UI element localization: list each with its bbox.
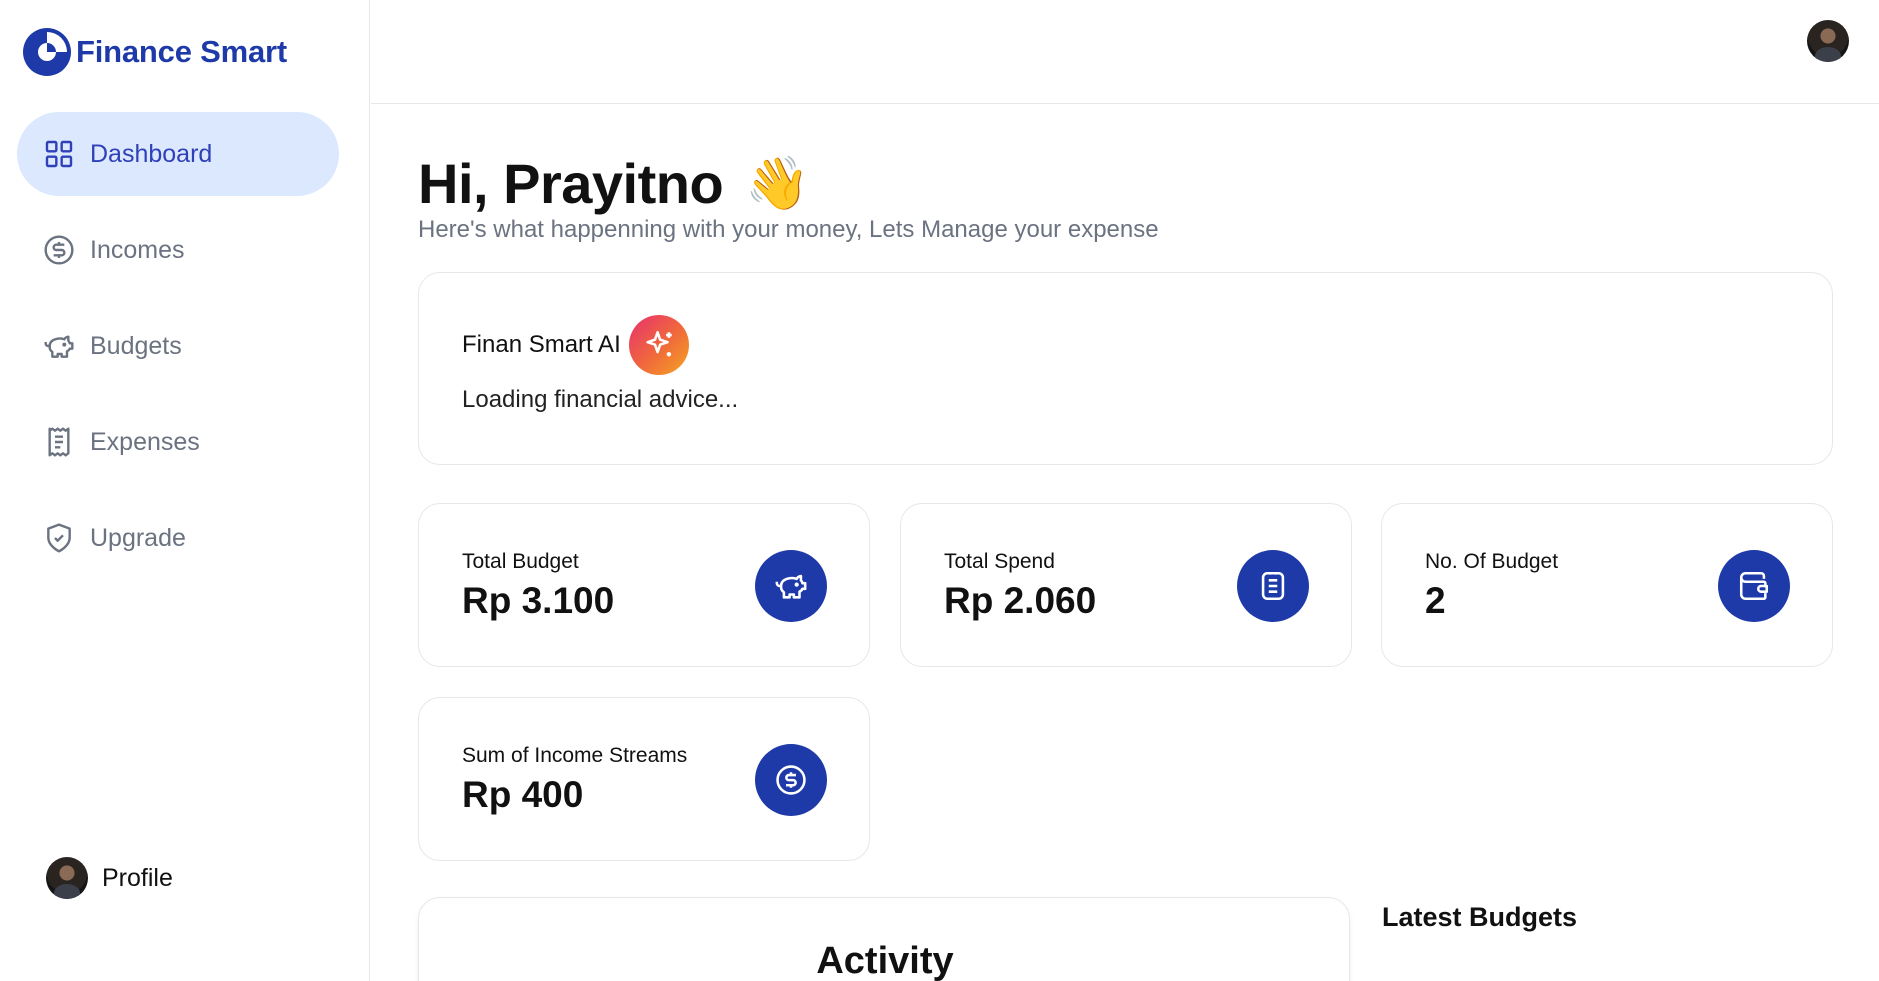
page-subtitle: Here's what happenning with your money, … [418, 216, 1159, 243]
profile-label: Profile [102, 863, 173, 892]
sidebar-nav: Dashboard Incomes Budgets Expenses Upgra… [17, 112, 339, 592]
sidebar-item-incomes[interactable]: Incomes [17, 208, 339, 292]
sidebar-item-label: Budgets [90, 331, 182, 360]
circle-dollar-icon [755, 744, 827, 816]
layout-grid-icon [42, 137, 76, 171]
stat-value: 2 [1425, 580, 1446, 621]
piggy-bank-icon [755, 550, 827, 622]
sidebar-item-label: Incomes [90, 235, 185, 264]
app-logo[interactable]: Finance Smart [22, 27, 287, 77]
activity-card: Activity [418, 897, 1350, 981]
ai-card-title: Finan Smart AI [462, 331, 621, 358]
stat-value: Rp 2.060 [944, 580, 1097, 621]
stat-card-number-of-budget: No. Of Budget 2 [1381, 503, 1833, 667]
greeting: Hi, Prayitno 👋 [418, 151, 810, 216]
sidebar-item-label: Dashboard [90, 139, 213, 168]
ai-advice-text: Loading financial advice... [462, 386, 739, 413]
sparkles-icon [628, 315, 689, 375]
receipt-icon [42, 425, 76, 459]
shield-check-icon [42, 521, 76, 555]
logo-icon [23, 28, 71, 76]
page-title: Hi, Prayitno [418, 152, 724, 215]
latest-budgets-title: Latest Budgets [1382, 902, 1578, 932]
sidebar-item-label: Expenses [90, 427, 200, 456]
stat-value: Rp 3.100 [462, 580, 615, 621]
wallet-icon [1718, 550, 1790, 622]
stat-label: Total Spend [944, 550, 1055, 573]
sidebar-item-budgets[interactable]: Budgets [17, 304, 339, 388]
circle-dollar-icon [42, 233, 76, 267]
stat-label: Total Budget [462, 550, 579, 573]
stat-card-income-streams: Sum of Income Streams Rp 400 [418, 697, 870, 861]
sidebar-item-expenses[interactable]: Expenses [17, 400, 339, 484]
app-name: Finance Smart [76, 34, 288, 69]
stat-card-total-spend: Total Spend Rp 2.060 [900, 503, 1352, 667]
user-avatar-button[interactable] [1807, 20, 1849, 62]
stat-label: Sum of Income Streams [462, 744, 688, 767]
stat-value: Rp 400 [462, 774, 584, 815]
sidebar-item-label: Upgrade [90, 523, 186, 552]
sidebar: Finance Smart Dashboard Incomes Budgets … [0, 0, 370, 981]
ai-card-header: Finan Smart AI [462, 315, 689, 375]
receipt-text-icon [1237, 550, 1309, 622]
stat-label: No. Of Budget [1425, 550, 1559, 573]
ai-advice-card: Finan Smart AI Loading financial advice.… [418, 272, 1833, 465]
waving-hand-icon: 👋 [745, 154, 810, 213]
stat-card-total-budget: Total Budget Rp 3.100 [418, 503, 870, 667]
piggy-bank-icon [42, 329, 76, 363]
top-header [371, 0, 1879, 104]
sidebar-item-upgrade[interactable]: Upgrade [17, 496, 339, 580]
main-content: Hi, Prayitno 👋 Here's what happenning wi… [371, 105, 1879, 981]
sidebar-item-dashboard[interactable]: Dashboard [17, 112, 339, 196]
activity-title: Activity [816, 940, 954, 981]
avatar [46, 857, 88, 899]
profile-link[interactable]: Profile [46, 857, 173, 899]
